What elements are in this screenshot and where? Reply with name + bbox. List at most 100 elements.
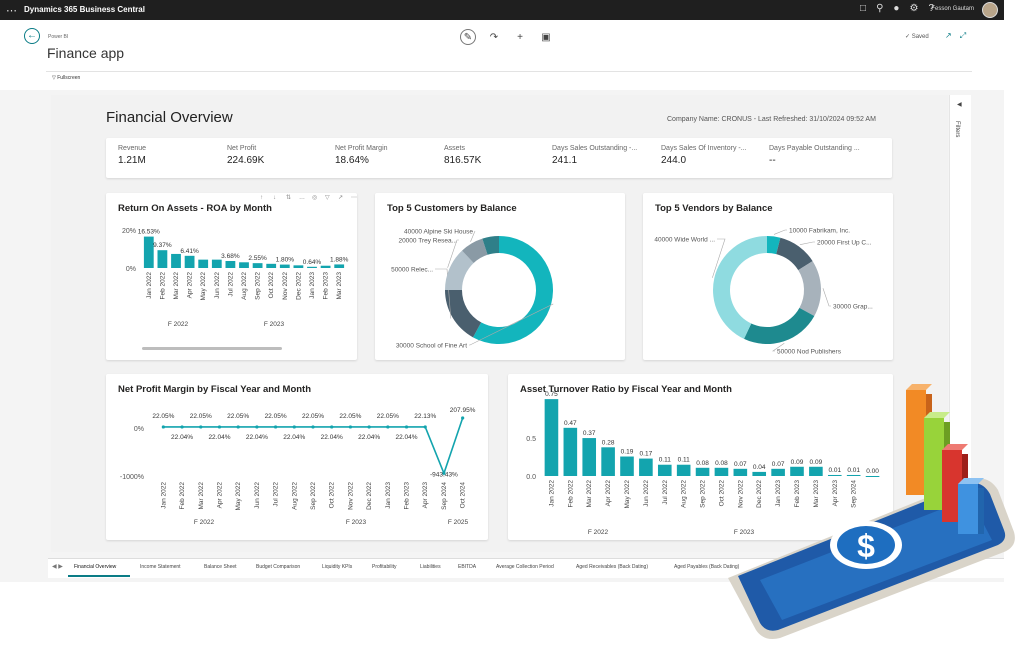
- company-info: Company Name: CRONUS - Last Refreshed: 3…: [667, 116, 876, 123]
- data-point: [461, 416, 465, 420]
- vendors-chart-card[interactable]: Top 5 Vendors by Balance 10000 Fabrikam,…: [643, 193, 893, 360]
- data-label: 0.64%: [303, 259, 322, 266]
- report-tab[interactable]: Financial Overview: [74, 564, 116, 570]
- x-tick-label: Jan 2022: [146, 272, 153, 299]
- data-label: 22.04%: [321, 434, 343, 441]
- report-tab[interactable]: Average Collection Period: [496, 564, 554, 570]
- data-point: [199, 425, 203, 429]
- data-label: -943.43%: [430, 471, 458, 478]
- visual-toolbar-icon: ⇅: [286, 195, 291, 201]
- active-tab-indicator: [68, 575, 130, 577]
- roa-chart-card[interactable]: Return On Assets - ROA by Month 20% 0% 16.…: [106, 193, 357, 360]
- x-tick-label: Nov 2022: [282, 272, 289, 300]
- expand-icon[interactable]: ⤢: [960, 31, 974, 40]
- data-label: 0.19: [621, 449, 634, 456]
- kpi-days-payable-outstanding[interactable]: Days Payable Outstanding ... --: [769, 145, 879, 166]
- data-point: [292, 425, 296, 429]
- back-arrow-icon[interactable]: ←: [24, 28, 40, 44]
- divider: [46, 71, 972, 72]
- report-tab[interactable]: Liquidity KPIs: [322, 564, 352, 570]
- bar: [266, 263, 277, 268]
- x-tick-label: Feb 2023: [323, 272, 330, 300]
- x-tick-label: Sep 2022: [310, 482, 317, 510]
- x-tick-label: Jan 2022: [160, 482, 167, 509]
- kpi-revenue[interactable]: Revenue 1.21M: [118, 145, 228, 166]
- bar: [225, 261, 236, 268]
- kpi-net-profit[interactable]: Net Profit 224.69K: [227, 145, 337, 166]
- visual-toolbar-icon: ↓: [273, 195, 276, 201]
- slice-label: 30000 Grap...: [833, 304, 873, 311]
- dollar-coin-icon: $: [830, 521, 902, 569]
- bar: [601, 447, 615, 476]
- x-tick-label: Jul 2022: [227, 272, 234, 297]
- slice-label: 20000 First Up C...: [817, 240, 872, 247]
- data-label: 0.75: [545, 391, 558, 398]
- trash-icon[interactable]: ▣: [538, 30, 554, 46]
- gear-icon[interactable]: ⚙: [909, 3, 928, 14]
- tab-scroll-arrows[interactable]: ◀ ▶: [52, 563, 63, 570]
- bar: [279, 264, 290, 268]
- visual-toolbar-icon: ▽: [325, 195, 330, 201]
- bar: [171, 253, 181, 268]
- report-tab[interactable]: Liabilities: [420, 564, 441, 570]
- kpi-days-sales-outstanding[interactable]: Days Sales Outstanding -... 241.1: [552, 145, 662, 166]
- open-new-window-icon[interactable]: ↗: [945, 31, 960, 40]
- x-tick-label: Aug 2022: [241, 272, 248, 300]
- x-tick-label: Oct 2024: [460, 482, 467, 509]
- user-name[interactable]: Fesson Gautam: [931, 6, 974, 12]
- app-launcher-icon[interactable]: ⋯: [6, 4, 17, 17]
- y-tick-label: 0%: [134, 426, 144, 433]
- collapse-icon[interactable]: ◀: [957, 101, 962, 108]
- visual-toolbar-icon: ↑: [260, 195, 263, 201]
- x-tick-label: Jan 2023: [385, 482, 392, 509]
- bar: [582, 438, 597, 476]
- report-tab[interactable]: Budget Comparison: [256, 564, 300, 570]
- kpi-assets[interactable]: Assets 816.57K: [444, 145, 554, 166]
- y-tick-label: 0%: [126, 266, 136, 273]
- report-tab[interactable]: Profitability: [372, 564, 396, 570]
- share-icon[interactable]: ↷: [486, 30, 502, 46]
- data-label: 0.47: [564, 420, 577, 427]
- data-label: 1.80%: [276, 257, 295, 264]
- data-label: 22.05%: [302, 413, 324, 420]
- data-label: 22.05%: [152, 413, 174, 420]
- slice-label: 30000 School of Fine Art: [396, 343, 467, 350]
- kpi-net-profit-margin[interactable]: Net Profit Margin 18.64%: [335, 145, 445, 166]
- report-tab[interactable]: EBITDA: [458, 564, 476, 570]
- page-header: ← Power BI Finance app ✎ ↷ + ▣ ✓ Saved ↗⤢ ▽…: [0, 20, 1004, 90]
- x-tick-label: Sep 2022: [700, 480, 707, 508]
- edit-icon[interactable]: ✎: [460, 29, 476, 45]
- search-icon[interactable]: ⚲: [876, 3, 893, 14]
- avatar[interactable]: [982, 2, 998, 18]
- bar: [211, 259, 222, 268]
- x-tick-label: Jan 2022: [548, 480, 555, 507]
- kpi-days-sales-inventory[interactable]: Days Sales Of Inventory -... 244.0: [661, 145, 771, 166]
- x-tick-label: Oct 2022: [268, 272, 275, 299]
- data-label: 22.04%: [283, 434, 305, 441]
- data-label: 0.17: [640, 451, 653, 458]
- x-tick-label: Sep 2024: [441, 482, 448, 510]
- document-icon[interactable]: □: [860, 3, 876, 14]
- data-point: [348, 425, 353, 429]
- dashboard-title: Financial Overview: [106, 109, 233, 126]
- donut-slice: [798, 261, 821, 317]
- fullscreen-button[interactable]: ▽ Fullscreen: [52, 75, 80, 81]
- npm-chart-card[interactable]: Net Profit Margin by Fiscal Year and Mon…: [106, 374, 488, 540]
- top-bar: ⋯ Dynamics 365 Business Central □⚲●⚙? Fe…: [0, 0, 1004, 20]
- bell-icon[interactable]: ●: [893, 3, 909, 14]
- data-label: 0.28: [602, 439, 615, 446]
- data-point: [273, 425, 278, 429]
- customers-chart-card[interactable]: Top 5 Customers by Balance 30000 School …: [375, 193, 625, 360]
- customers-donut: 30000 School of Fine Art 50000 Relec... 20…: [391, 229, 554, 350]
- data-label: 22.04%: [208, 434, 230, 441]
- report-tab[interactable]: Balance Sheet: [204, 564, 237, 570]
- bar: [544, 399, 559, 476]
- vendors-donut: 10000 Fabrikam, Inc. 20000 First Up C... 3…: [654, 228, 873, 356]
- slice-label: 20000 Trey Resea...: [398, 238, 457, 245]
- x-tick-label: May 2022: [200, 272, 207, 301]
- plus-icon[interactable]: +: [512, 30, 528, 46]
- report-tab[interactable]: Income Statement: [140, 564, 181, 570]
- bar: [239, 262, 249, 268]
- bar: [320, 265, 331, 268]
- report-tab[interactable]: Aged Receivables (Back Dating): [576, 564, 648, 570]
